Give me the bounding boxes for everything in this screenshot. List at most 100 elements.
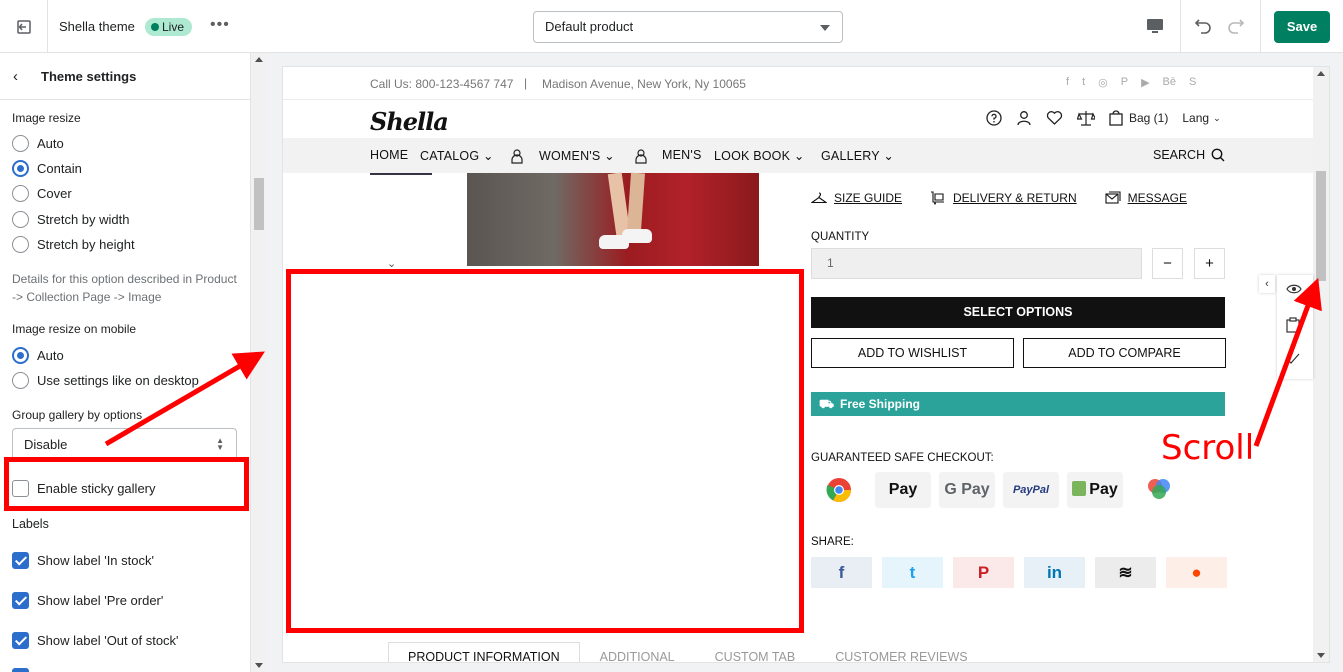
free-shipping-banner: ⛟ Free Shipping	[811, 392, 1225, 416]
scrollbar-thumb[interactable]	[1316, 171, 1326, 281]
radio-image-resize-stretch-width[interactable]: Stretch by width	[12, 210, 130, 228]
collapse-chevron-icon[interactable]: ‹	[1259, 275, 1275, 293]
scroll-up-arrow-icon[interactable]	[1317, 71, 1325, 76]
group-gallery-select[interactable]: Disable ▲ ▼	[12, 428, 237, 460]
nav-home[interactable]: HOME	[370, 148, 408, 162]
image-resize-label: Image resize	[12, 111, 81, 125]
add-to-compare-button[interactable]: ADD TO COMPARE	[1023, 338, 1226, 368]
product-image[interactable]	[467, 172, 759, 266]
store-logo[interactable]: Shella	[370, 107, 449, 136]
payment-icons: Pay G Pay PayPal Pay	[811, 472, 1187, 508]
radio-selected-icon	[12, 346, 29, 364]
radio-label: Stretch by height	[37, 236, 135, 252]
tab-additional[interactable]: ADDITIONAL	[580, 642, 695, 662]
compare-scales-icon[interactable]	[1077, 110, 1095, 126]
radio-image-resize-cover[interactable]: Cover	[12, 184, 72, 202]
wishlist-heart-icon[interactable]	[1046, 110, 1063, 126]
share-facebook-button[interactable]: f	[811, 557, 872, 588]
undo-icon	[1194, 19, 1211, 34]
undo-button[interactable]	[1193, 16, 1213, 39]
annotation-scroll-label: Scroll	[1161, 428, 1255, 468]
radio-image-resize-contain[interactable]: Contain	[12, 159, 82, 177]
account-icon[interactable]	[1016, 110, 1032, 126]
exit-button[interactable]	[0, 0, 48, 53]
facebook-icon[interactable]: f	[1066, 76, 1069, 89]
bag-link[interactable]: Bag (1)	[1109, 110, 1168, 126]
men-avatar-icon	[633, 148, 649, 167]
language-selector[interactable]: Lang ⌄	[1182, 111, 1220, 125]
select-options-button[interactable]: SELECT OPTIONS	[811, 297, 1225, 328]
share-pinterest-button[interactable]: P	[953, 557, 1014, 588]
checkbox-label-out-of-stock[interactable]: Show label 'Out of stock'	[12, 631, 179, 649]
skype-icon[interactable]: S	[1189, 76, 1196, 89]
shop-pay-label: Pay	[1089, 481, 1118, 498]
radio-mobile-desktop-settings[interactable]: Use settings like on desktop	[12, 371, 199, 389]
save-button[interactable]: Save	[1274, 11, 1330, 43]
shop-pay-icon: Pay	[1067, 472, 1123, 508]
sidebar-scrollbar[interactable]	[251, 53, 267, 672]
delivery-return-link[interactable]: DELIVERY & RETURN	[930, 191, 1077, 205]
checkbox-label-partial[interactable]	[12, 667, 37, 672]
back-chevron-icon[interactable]: ‹	[13, 68, 18, 85]
separator: |	[524, 76, 528, 90]
eye-icon[interactable]	[1286, 283, 1302, 298]
radio-mobile-auto[interactable]: Auto	[12, 346, 64, 364]
sidebar-title[interactable]: Theme settings	[41, 69, 136, 84]
nav-lookbook[interactable]: LOOK BOOK ⌄	[714, 148, 805, 163]
nav-catalog[interactable]: CATALOG ⌄	[420, 148, 494, 163]
youtube-icon[interactable]: ▶	[1141, 76, 1149, 89]
share-linkedin-button[interactable]: in	[1024, 557, 1085, 588]
checkbox-label-pre-order[interactable]: Show label 'Pre order'	[12, 591, 163, 609]
checkbox-label-in-stock[interactable]: Show label 'In stock'	[12, 551, 154, 569]
quantity-increase-button[interactable]: +	[1194, 248, 1225, 279]
more-actions-button[interactable]: •••	[210, 16, 230, 34]
group-gallery-value: Disable	[24, 437, 68, 452]
live-status-badge: Live	[145, 18, 193, 36]
nav-womens[interactable]: WOMEN'S ⌄	[539, 148, 615, 163]
gallery-thumbnail[interactable]	[370, 173, 432, 175]
nav-search-label: SEARCH	[1153, 148, 1206, 162]
share-twitter-button[interactable]: t	[882, 557, 943, 588]
bag-label: Bag (1)	[1129, 111, 1169, 125]
chevron-down-icon	[820, 25, 830, 31]
scroll-down-arrow-icon[interactable]	[255, 663, 263, 668]
nav-mens[interactable]: MEN'S	[662, 148, 702, 162]
check-icon[interactable]	[1286, 353, 1300, 368]
nav-search[interactable]: SEARCH	[1153, 148, 1225, 162]
settings-sidebar: ‹ Theme settings Image resize Auto Conta…	[0, 53, 251, 672]
share-label: SHARE:	[811, 536, 854, 548]
radio-label: Stretch by width	[37, 211, 130, 227]
redo-button[interactable]	[1226, 16, 1246, 39]
tab-custom[interactable]: CUSTOM TAB	[695, 642, 816, 662]
radio-label: Contain	[37, 160, 82, 176]
tab-product-information[interactable]: PRODUCT INFORMATION	[388, 642, 580, 662]
radio-image-resize-stretch-height[interactable]: Stretch by height	[12, 235, 135, 253]
annotation-sticky-gallery-area	[286, 269, 804, 633]
quantity-decrease-button[interactable]: −	[1152, 248, 1183, 279]
message-link[interactable]: MESSAGE	[1105, 191, 1187, 205]
scrollbar-thumb[interactable]	[254, 178, 264, 230]
nav-gallery[interactable]: GALLERY ⌄	[821, 148, 894, 163]
size-guide-link[interactable]: SIZE GUIDE	[811, 191, 902, 205]
main-navigation: HOME CATALOG ⌄ WOMEN'S ⌄ MEN'S LOOK BOOK…	[283, 138, 1313, 173]
pinterest-icon[interactable]: P	[1121, 76, 1128, 89]
add-to-wishlist-button[interactable]: ADD TO WISHLIST	[811, 338, 1014, 368]
behance-icon[interactable]: Bē	[1163, 76, 1176, 89]
desktop-view-button[interactable]	[1145, 16, 1165, 39]
clipboard-icon[interactable]	[1286, 317, 1300, 336]
image-resize-mobile-label: Image resize on mobile	[12, 322, 137, 336]
chrome-pay-icon	[811, 472, 867, 508]
template-select[interactable]: Default product	[533, 11, 843, 43]
preview-scrollbar[interactable]	[1313, 67, 1329, 662]
help-icon[interactable]	[986, 110, 1002, 126]
quantity-input[interactable]: 1	[811, 248, 1142, 279]
scroll-up-arrow-icon[interactable]	[255, 57, 263, 62]
annotation-highlight-box	[4, 457, 249, 511]
tab-customer-reviews[interactable]: CUSTOMER REVIEWS	[815, 642, 987, 662]
scroll-down-arrow-icon[interactable]	[1317, 653, 1325, 658]
share-reddit-button[interactable]: ●	[1166, 557, 1227, 588]
twitter-icon[interactable]: t	[1082, 76, 1085, 89]
share-buffer-button[interactable]: ≋	[1095, 557, 1156, 588]
radio-image-resize-auto[interactable]: Auto	[12, 134, 64, 152]
instagram-icon[interactable]: ◎	[1098, 76, 1108, 89]
